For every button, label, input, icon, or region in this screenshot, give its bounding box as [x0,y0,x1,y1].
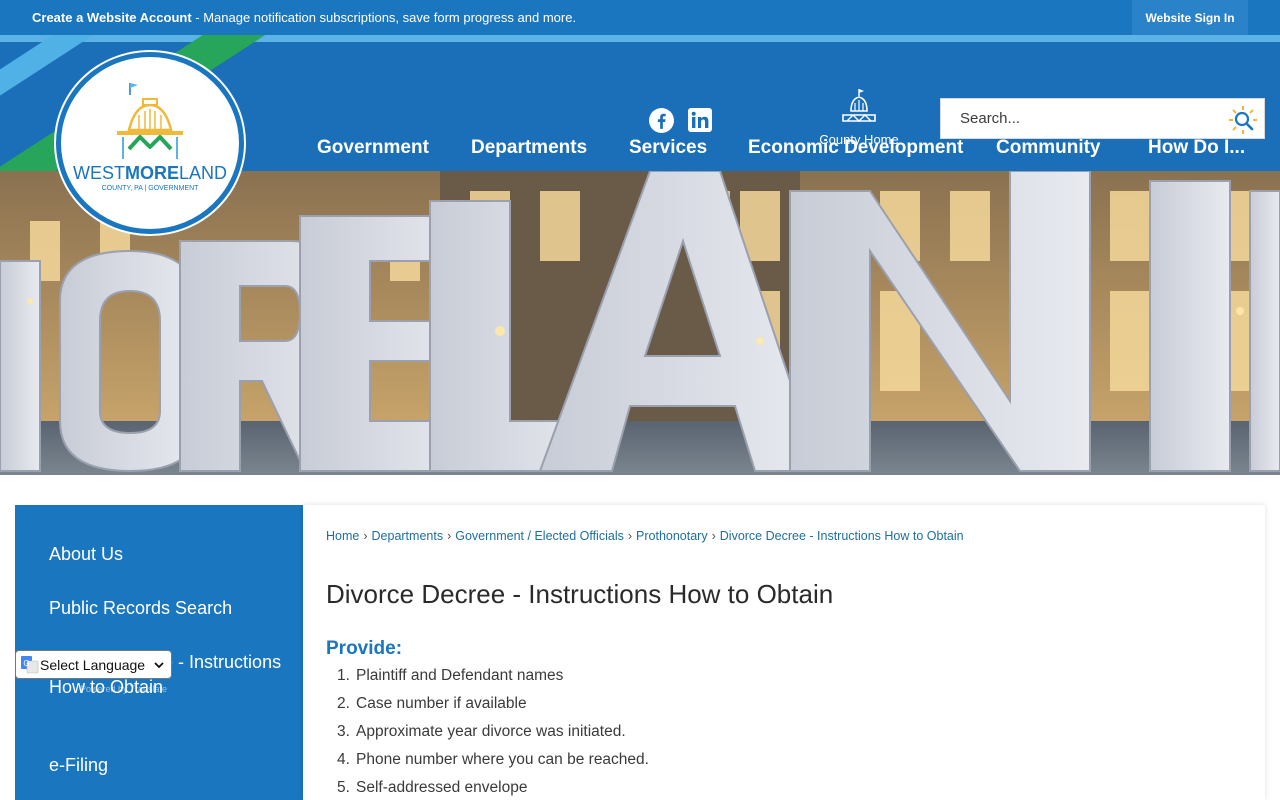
create-account-description: - Manage notification subscriptions, sav… [191,10,577,25]
language-select[interactable]: G Select Language [15,650,172,679]
linkedin-icon[interactable] [687,107,713,133]
breadcrumb-separator: › [711,529,716,543]
logo-wordmark: WESTMORELAND [72,163,227,183]
website-sign-in-button[interactable]: Website Sign In [1132,0,1248,35]
nav-item-how-do-i[interactable]: How Do I... [1148,137,1245,163]
list-item: 1. Plaintiff and Defendant names [337,667,564,684]
create-account-link[interactable]: Create a Website Account [32,10,192,25]
breadcrumb-home[interactable]: Home [326,529,359,543]
breadcrumb-current-page[interactable]: Divorce Decree - Instructions How to Obt… [720,529,964,543]
logo-subtitle: COUNTY, PA | GOVERNMENT [101,185,199,192]
breadcrumb-separator: › [627,529,633,543]
search-icon [1229,106,1257,134]
section-heading-provide: Provide: [326,638,403,659]
list-item: 3. Approximate year divorce was initiated… [337,723,626,740]
create-account-message[interactable]: Create a Website Account - Manage notifi… [32,10,576,25]
google-translate-icon: G [21,656,39,674]
breadcrumb-separator: › [447,529,452,543]
main-content: Home › Departments › Government / Elected Of… [303,505,1265,800]
top-notification-bar: Create a Website Account - Manage notifi… [0,0,1280,35]
nav-item-departments[interactable]: Departments [471,137,587,163]
breadcrumb-separator: › [363,529,368,543]
page-title: Divorce Decree - Instructions How to Obt… [326,579,834,609]
breadcrumb-departments[interactable]: Departments [372,529,444,543]
site-search [940,98,1265,139]
nav-item-services[interactable]: Services [629,137,707,163]
svg-text:G: G [23,659,29,668]
sidebar-item-e-filing[interactable]: e-Filing [49,753,289,778]
breadcrumb-government-elected-officials[interactable]: Government / Elected Officials [455,529,624,543]
translate-powered-by: Powered by Translate [80,684,168,694]
breadcrumb: Home › Departments › Government / Elected Of… [326,529,964,543]
facebook-icon[interactable] [648,107,674,133]
nav-item-government[interactable]: Government [317,137,429,163]
list-item: 4. Phone number where you can be reached. [337,751,649,768]
nav-item-community[interactable]: Community [996,137,1101,163]
sidebar-item-public-records-search[interactable]: Public Records Search [49,596,289,621]
nav-item-economic-development[interactable]: Economic Development [748,137,963,163]
capitol-dome-icon [842,89,876,122]
breadcrumb-prothonotary[interactable]: Prothonotary [636,529,708,543]
list-item: 2. Case number if available [337,695,527,712]
capitol-sun-emblem-icon [117,83,183,159]
search-button[interactable] [1228,105,1258,135]
provide-list: 1. Plaintiff and Defendant names 2. Case n… [337,664,649,800]
chevron-down-icon [154,662,164,669]
search-input[interactable] [941,99,1221,138]
language-select-label: Select Language [40,657,146,673]
westmoreland-county-logo[interactable]: WESTMORELAND COUNTY, PA | GOVERNMENT [56,52,244,234]
list-item: 5. Self-addressed envelope [337,779,528,796]
sidebar-item-about-us[interactable]: About Us [49,542,289,567]
